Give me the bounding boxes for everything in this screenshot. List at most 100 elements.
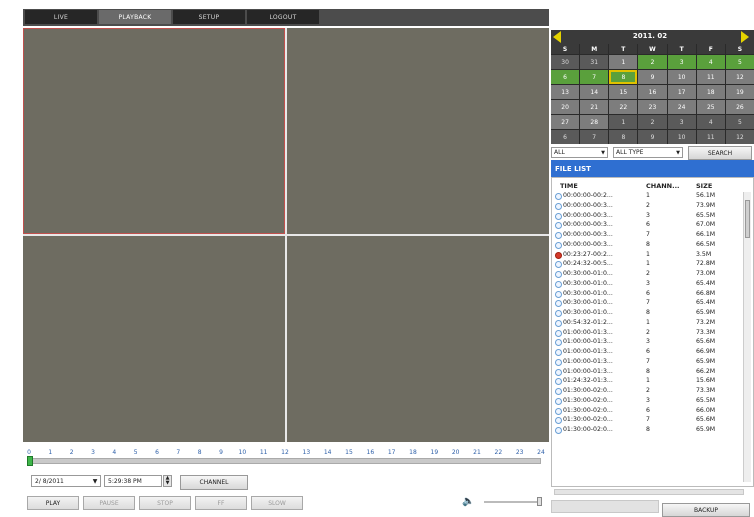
channel-filter-select[interactable]: ALL ▼ [551, 147, 608, 158]
file-list-row[interactable]: 00:54:32-01:2... 1 73.2M [554, 319, 740, 329]
calendar-day[interactable]: 20 [551, 100, 580, 114]
timeline-track[interactable] [29, 458, 541, 464]
calendar-day[interactable]: 12 [725, 70, 754, 84]
calendar-day[interactable]: 6 [551, 70, 580, 84]
playback-timeline[interactable]: 0 1 2 3 4 5 6 7 8 9 10 11 12 13 14 15 16 17 18 19 20 21 22 23 24 [23, 446, 549, 468]
calendar-day[interactable]: 7 [580, 70, 609, 84]
file-list-row[interactable]: 01:30:00-02:0... 6 66.0M [554, 407, 740, 417]
column-time[interactable]: TIME [560, 182, 578, 190]
time-spinner[interactable]: ▲ ▼ [163, 475, 172, 487]
slow-button[interactable]: SLOW [251, 496, 303, 510]
file-list-row[interactable]: 00:00:00-00:2... 1 56.1M [554, 192, 740, 202]
file-list-horizontal-scrollbar[interactable] [554, 489, 744, 495]
next-month-arrow-icon[interactable] [741, 31, 749, 43]
calendar-day[interactable]: 27 [551, 115, 580, 129]
column-channel[interactable]: CHANN... [646, 182, 680, 190]
calendar-day[interactable]: 5 [725, 55, 754, 69]
calendar-day[interactable]: 1 [609, 55, 638, 69]
file-list-row[interactable]: 01:00:00-01:3... 8 66.2M [554, 368, 740, 378]
file-list-row[interactable]: 01:24:32-01:3... 1 15.6M [554, 377, 740, 387]
tab-live[interactable]: LIVE [25, 10, 97, 24]
stop-button[interactable]: STOP [139, 496, 191, 510]
file-list-row[interactable]: 01:30:00-02:0... 7 65.6M [554, 416, 740, 426]
calendar-day[interactable]: 18 [696, 85, 725, 99]
chevron-down-icon[interactable]: ▼ [599, 150, 607, 156]
calendar-day[interactable]: 11 [696, 70, 725, 84]
calendar-day[interactable]: 11 [696, 130, 725, 144]
file-list-row[interactable]: 00:24:32-00:5... 1 72.8M [554, 260, 740, 270]
file-list-row[interactable]: 00:00:00-00:3... 2 73.9M [554, 202, 740, 212]
file-list-row[interactable]: 00:30:00-01:0... 6 66.8M [554, 290, 740, 300]
calendar-day[interactable]: 2 [638, 55, 667, 69]
calendar-day[interactable]: 2 [638, 115, 667, 129]
file-list-row[interactable]: 01:00:00-01:3... 2 73.3M [554, 329, 740, 339]
file-list-row[interactable]: 00:00:00-00:3... 6 67.0M [554, 221, 740, 231]
calendar-day[interactable]: 4 [696, 55, 725, 69]
calendar-day[interactable]: 21 [580, 100, 609, 114]
file-list-row[interactable]: 00:00:00-00:3... 3 65.5M [554, 212, 740, 222]
calendar-day[interactable]: 17 [667, 85, 696, 99]
volume-slider-knob[interactable] [537, 497, 542, 506]
file-list-row[interactable]: 00:30:00-01:0... 8 65.9M [554, 309, 740, 319]
tab-logout[interactable]: LOGOUT [247, 10, 319, 24]
file-list-row[interactable]: 01:30:00-02:0... 3 65.5M [554, 397, 740, 407]
pause-button[interactable]: PAUSE [83, 496, 135, 510]
file-list-row[interactable]: 00:30:00-01:0... 3 65.4M [554, 280, 740, 290]
volume-slider-track[interactable] [484, 501, 542, 503]
file-list-row[interactable]: 00:30:00-01:0... 2 73.0M [554, 270, 740, 280]
file-list-row[interactable]: 01:00:00-01:3... 7 65.9M [554, 358, 740, 368]
file-list-row[interactable]: 00:00:00-00:3... 8 66.5M [554, 241, 740, 251]
calendar-day[interactable]: 4 [696, 115, 725, 129]
prev-month-arrow-icon[interactable] [553, 31, 561, 43]
file-list-row[interactable]: 01:00:00-01:3... 6 66.9M [554, 348, 740, 358]
file-list-row[interactable]: 00:23:27-00:2... 1 3.5M [554, 251, 740, 261]
timeline-position-handle[interactable] [27, 456, 33, 466]
calendar-day[interactable]: 10 [667, 130, 696, 144]
channel-button[interactable]: CHANNEL [180, 475, 248, 490]
calendar-day[interactable]: 14 [580, 85, 609, 99]
calendar-day[interactable]: 15 [609, 85, 638, 99]
calendar-day[interactable]: 31 [580, 55, 609, 69]
video-pane-1[interactable] [23, 28, 285, 234]
calendar-day[interactable]: 8 [609, 70, 638, 84]
calendar-day[interactable]: 23 [638, 100, 667, 114]
play-button[interactable]: PLAY [27, 496, 79, 510]
speaker-icon[interactable]: 🔈 [462, 496, 474, 508]
calendar-day[interactable]: 26 [725, 100, 754, 114]
calendar-day[interactable]: 16 [638, 85, 667, 99]
tab-setup[interactable]: SETUP [173, 10, 245, 24]
calendar-day[interactable]: 24 [667, 100, 696, 114]
video-pane-4[interactable] [287, 236, 549, 442]
video-pane-2[interactable] [287, 28, 549, 234]
chevron-down-icon[interactable]: ▼ [90, 478, 100, 485]
file-list-scroll-thumb[interactable] [745, 200, 750, 238]
calendar-day[interactable]: 3 [667, 55, 696, 69]
file-list-row[interactable]: 00:30:00-01:0... 7 65.4M [554, 299, 740, 309]
calendar-day[interactable]: 9 [638, 130, 667, 144]
calendar-day[interactable]: 10 [667, 70, 696, 84]
file-list-row[interactable]: 01:30:00-02:0... 8 65.9M [554, 426, 740, 436]
date-picker[interactable]: 2/ 8/2011 ▼ [31, 475, 101, 487]
calendar-day[interactable]: 25 [696, 100, 725, 114]
file-list-row[interactable]: 00:00:00-00:3... 7 66.1M [554, 231, 740, 241]
calendar-day[interactable]: 19 [725, 85, 754, 99]
calendar-day[interactable]: 6 [551, 130, 580, 144]
column-size[interactable]: SIZE [696, 182, 712, 190]
calendar-day[interactable]: 5 [725, 115, 754, 129]
tab-playback[interactable]: PLAYBACK [99, 10, 171, 24]
chevron-down-icon[interactable]: ▼ [674, 150, 682, 156]
search-button[interactable]: SEARCH [688, 146, 752, 160]
time-field[interactable]: 5:29:38 PM [104, 475, 162, 487]
file-list-row[interactable]: 01:30:00-02:0... 2 73.3M [554, 387, 740, 397]
file-list-row[interactable]: 01:00:00-01:3... 3 65.6M [554, 338, 740, 348]
calendar-day[interactable]: 28 [580, 115, 609, 129]
calendar-day[interactable]: 9 [638, 70, 667, 84]
calendar-day[interactable]: 7 [580, 130, 609, 144]
calendar-day[interactable]: 1 [609, 115, 638, 129]
type-filter-select[interactable]: ALL TYPE ▼ [613, 147, 683, 158]
calendar-day[interactable]: 8 [609, 130, 638, 144]
video-pane-3[interactable] [23, 236, 285, 442]
calendar-day[interactable]: 12 [725, 130, 754, 144]
calendar-day[interactable]: 3 [667, 115, 696, 129]
calendar-day[interactable]: 22 [609, 100, 638, 114]
